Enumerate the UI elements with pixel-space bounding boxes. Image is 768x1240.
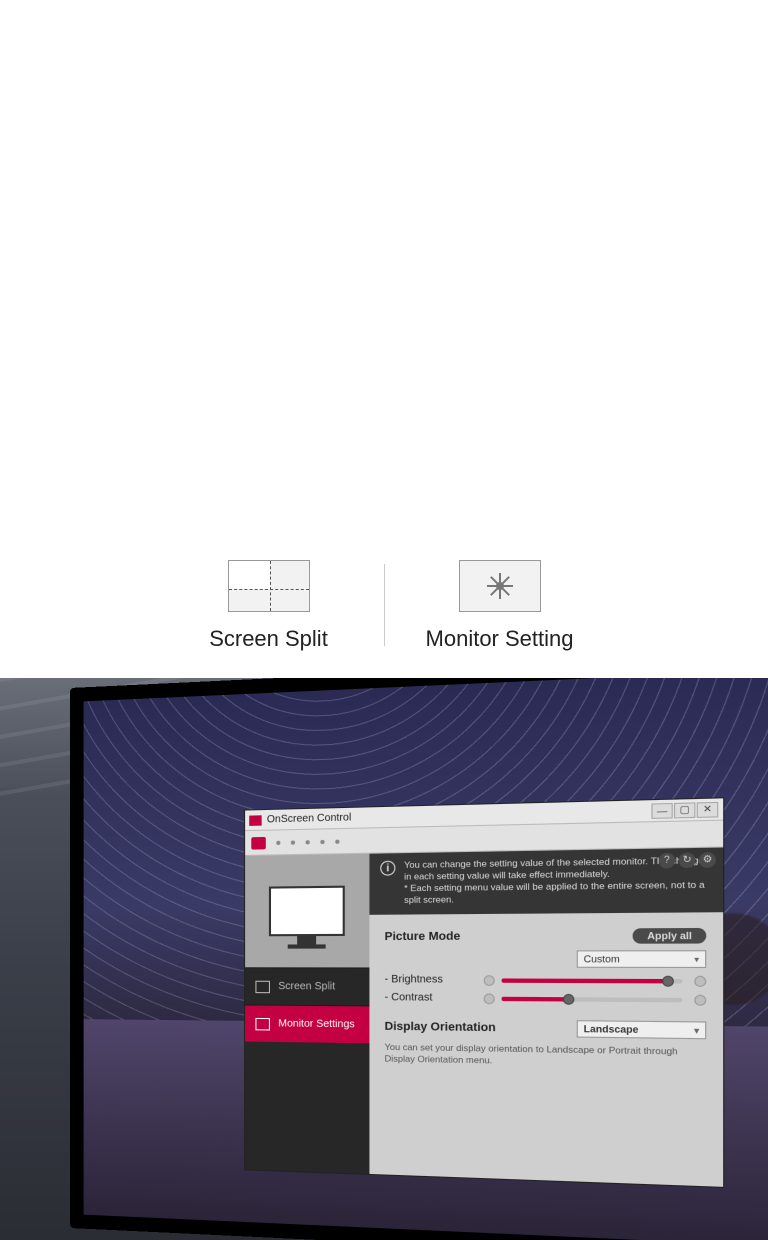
sidebar-item-monitor-settings[interactable]: Monitor Settings [245,1004,369,1043]
refresh-icon[interactable]: ↻ [679,852,696,868]
info-note: * Each setting menu value will be applie… [404,879,711,906]
monitor-thumbnail-icon [269,886,345,937]
tab-dot[interactable] [291,840,295,844]
tab-dot[interactable] [320,839,324,843]
screen-split-mini-icon [255,980,270,992]
tab-dot[interactable] [276,840,280,844]
screen-split-icon [228,560,310,612]
picture-mode-select[interactable]: Custom ▾ [577,950,707,968]
contrast-slider[interactable] [502,996,683,1002]
display-orientation-note: You can set your display orientation to … [385,1042,707,1071]
feature-screen-split-label: Screen Split [209,626,328,652]
window-close-button[interactable]: ✕ [697,801,719,817]
display-orientation-title: Display Orientation [385,1021,496,1035]
brightness-slider[interactable] [502,978,683,983]
contrast-label: - Contrast [385,992,484,1004]
chevron-down-icon: ▾ [694,1025,699,1035]
onscreen-control-window: OnScreen Control ― ▢ ✕ [244,797,724,1188]
main-panel: i You can change the setting value of th… [369,847,723,1186]
picture-mode-value: Custom [584,954,620,965]
app-logo-icon [251,836,266,849]
slider-max-icon [694,975,706,986]
hero-scene: OnScreen Control ― ▢ ✕ [0,678,768,1240]
monitor: OnScreen Control ― ▢ ✕ [70,678,768,1240]
sidebar-item-screen-split[interactable]: Screen Split [245,967,369,1005]
window-minimize-button[interactable]: ― [651,802,672,818]
slider-min-icon [484,993,495,1004]
tab-dot[interactable] [335,839,339,843]
picture-mode-title: Picture Mode [385,930,461,943]
apply-all-button[interactable]: Apply all [633,928,706,944]
monitor-bezel: OnScreen Control ― ▢ ✕ [70,678,768,1240]
chevron-down-icon: ▾ [694,954,699,964]
brightness-icon [459,560,541,612]
monitor-settings-mini-icon [255,1017,270,1030]
brightness-label: - Brightness [385,974,484,986]
help-icon[interactable]: ? [659,853,676,869]
display-orientation-select[interactable]: Landscape ▾ [577,1020,707,1039]
sidebar-item-label: Monitor Settings [278,1018,354,1030]
slider-max-icon [694,994,706,1005]
window-title: OnScreen Control [267,812,351,825]
settings-gear-icon[interactable]: ⚙ [699,852,716,868]
monitor-thumbnail [245,854,369,968]
feature-monitor-setting-label: Monitor Setting [426,626,574,652]
sidebar: Screen Split Monitor Settings [245,854,369,1174]
feature-monitor-setting: Monitor Setting [385,560,615,652]
slider-min-icon [484,975,495,986]
feature-row: Screen Split Monitor Setting [0,560,768,652]
info-icon: i [380,861,395,876]
window-maximize-button[interactable]: ▢ [674,802,695,818]
tab-dot[interactable] [306,840,310,844]
display-orientation-value: Landscape [584,1024,639,1036]
sidebar-item-label: Screen Split [278,981,335,993]
app-icon [249,815,261,826]
feature-screen-split: Screen Split [154,560,384,652]
info-header: i You can change the setting value of th… [369,847,723,915]
